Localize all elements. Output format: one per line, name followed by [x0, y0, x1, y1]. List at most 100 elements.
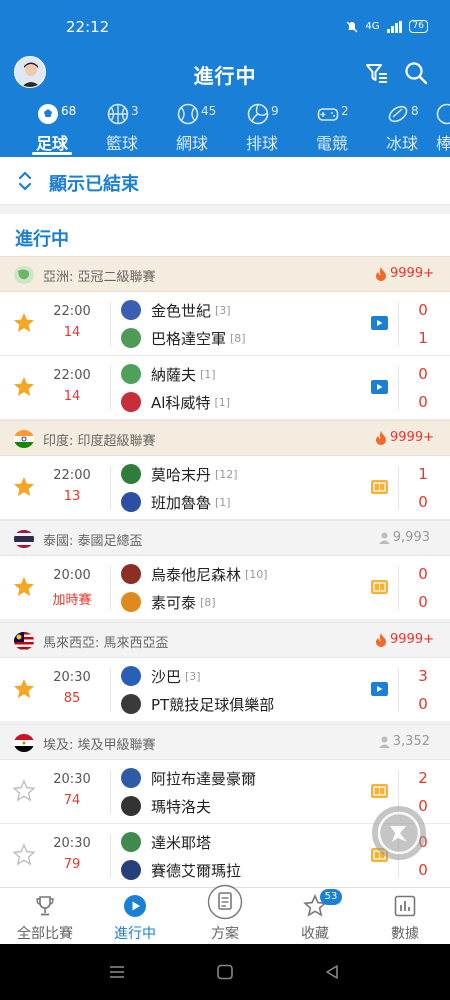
show-finished-label: 顯示已結束	[49, 174, 139, 195]
egypt-flag-icon	[14, 734, 34, 752]
star-filled-icon[interactable]	[12, 311, 36, 335]
match-minute: 74	[63, 793, 81, 808]
team-name: 賽德艾爾瑪拉	[151, 861, 242, 880]
basketball-icon	[107, 103, 129, 125]
live-animation-icon[interactable]	[371, 784, 388, 798]
home-team: 烏泰他尼森林 [10]	[121, 563, 268, 585]
bottom-navigation: 全部比賽 進行中 方案 53 收藏 數據	[0, 884, 450, 945]
mute-bell-icon	[346, 21, 358, 32]
away-score: 0	[418, 493, 428, 511]
away-team: 賽德艾爾瑪拉	[121, 859, 245, 881]
star-filled-icon[interactable]	[12, 375, 36, 399]
home-score: 0	[418, 301, 428, 319]
away-score: 0	[418, 393, 428, 411]
tab-baseball[interactable]: 棒	[430, 100, 450, 157]
away-team: Al科威特 [1]	[121, 391, 230, 413]
malaysia-flag-icon	[14, 632, 34, 650]
team-rank: [1]	[214, 395, 231, 409]
match-row[interactable]: 22:00 14 納薩夫 [1] Al科威特 [1] 0 0	[0, 356, 450, 420]
home-score: 3	[418, 667, 428, 685]
team-name: PT競技足球俱樂部	[151, 695, 275, 714]
nav-all-matches[interactable]: 全部比賽	[0, 888, 90, 945]
divider	[110, 668, 111, 712]
star-filled-icon[interactable]	[12, 475, 36, 499]
live-animation-icon[interactable]	[371, 580, 388, 594]
away-team: 瑪特洛夫	[121, 795, 215, 817]
status-bar: 22:12 4G 76	[0, 0, 450, 52]
soccer-ball-icon	[38, 104, 58, 124]
show-finished-toggle[interactable]: 顯示已結束	[0, 157, 450, 205]
home-icon[interactable]	[216, 964, 234, 980]
live-animation-icon[interactable]	[371, 480, 388, 494]
team-crest-icon	[121, 592, 141, 612]
team-crest-icon	[121, 328, 141, 348]
bar-chart-icon	[394, 895, 416, 917]
app-header: 22:12 4G 76 進行中 68 足球 3 籃球 45 網球 9 排球 2 …	[0, 0, 450, 157]
league-header[interactable]: 馬來西亞: 馬來西亞盃 9999+	[0, 622, 450, 658]
match-row[interactable]: 22:00 13 莫哈末丹 [12] 班加魯魯 [1] 1 0	[0, 456, 450, 520]
star-filled-icon[interactable]	[12, 575, 36, 599]
live-video-icon[interactable]	[371, 682, 388, 696]
match-row[interactable]: 20:00 加時賽 烏泰他尼森林 [10] 素可泰 [8] 0 0	[0, 556, 450, 620]
team-crest-icon	[121, 694, 141, 714]
filter-icon[interactable]	[364, 60, 390, 86]
team-name: 納薩夫	[151, 365, 197, 384]
team-crest-icon	[121, 666, 141, 686]
floating-action-button[interactable]	[372, 806, 426, 860]
tab-count: 3	[131, 104, 139, 118]
document-icon	[207, 884, 243, 920]
tab-tennis[interactable]: 45 網球	[160, 100, 230, 157]
tab-esports[interactable]: 2 電競	[300, 100, 370, 157]
team-crest-icon	[121, 564, 141, 584]
league-header[interactable]: 亞洲: 亞冠二級聯賽 9999+	[0, 256, 450, 292]
play-circle-icon	[124, 895, 146, 917]
flame-icon	[376, 266, 387, 281]
team-name: 達米耶塔	[151, 833, 212, 852]
match-time: 20:30	[53, 670, 91, 685]
divider	[110, 302, 111, 346]
nav-data[interactable]: 數據	[360, 888, 450, 945]
live-video-icon[interactable]	[371, 380, 388, 394]
india-flag-icon	[14, 430, 34, 448]
live-video-icon[interactable]	[371, 316, 388, 330]
match-minute: 79	[63, 857, 81, 872]
team-crest-icon	[121, 492, 141, 512]
tab-volleyball[interactable]: 9 排球	[230, 100, 300, 157]
star-filled-icon[interactable]	[12, 677, 36, 701]
tab-label: 冰球	[385, 134, 418, 153]
away-team: 班加魯魯 [1]	[121, 491, 231, 513]
tab-label: 籃球	[105, 134, 138, 153]
match-row[interactable]: 22:00 14 金色世紀 [3] 巴格達空軍 [8] 0 1	[0, 292, 450, 356]
person-icon	[378, 532, 390, 544]
league-header[interactable]: 泰國: 泰國足總盃 9,993	[0, 520, 450, 556]
active-tab-indicator	[32, 152, 72, 155]
search-icon[interactable]	[403, 60, 429, 86]
tab-count: 2	[341, 104, 349, 118]
signal-icon	[386, 20, 402, 33]
nav-plans[interactable]: 方案	[180, 884, 270, 945]
nav-favorites[interactable]: 53 收藏	[270, 888, 360, 945]
star-outline-icon[interactable]	[12, 779, 36, 803]
team-rank: [1]	[215, 495, 231, 509]
league-name: 印度: 印度超級聯賽	[43, 434, 156, 449]
tab-football[interactable]: 68 足球	[20, 100, 90, 157]
trophy-icon	[36, 896, 54, 916]
menu-icon[interactable]	[108, 964, 126, 980]
nav-label: 收藏	[301, 926, 329, 942]
divider	[110, 466, 111, 510]
league-name: 馬來西亞: 馬來西亞盃	[43, 636, 169, 651]
team-crest-icon	[121, 768, 141, 788]
league-header[interactable]: 埃及: 埃及甲級聯賽 3,352	[0, 724, 450, 760]
tab-count: 45	[201, 104, 217, 118]
away-score: 1	[418, 329, 428, 347]
league-header[interactable]: 印度: 印度超級聯賽 9999+	[0, 420, 450, 456]
home-team: 達米耶塔	[121, 831, 215, 853]
tab-basketball[interactable]: 3 籃球	[90, 100, 160, 157]
away-score: 0	[418, 695, 428, 713]
home-team: 納薩夫 [1]	[121, 363, 216, 385]
star-outline-icon[interactable]	[12, 843, 36, 867]
nav-live[interactable]: 進行中	[90, 888, 180, 945]
match-row[interactable]: 20:30 85 沙巴 [3] PT競技足球俱樂部 3 0	[0, 658, 450, 722]
back-icon[interactable]	[323, 964, 341, 980]
heat-count: 9999+	[375, 430, 434, 445]
